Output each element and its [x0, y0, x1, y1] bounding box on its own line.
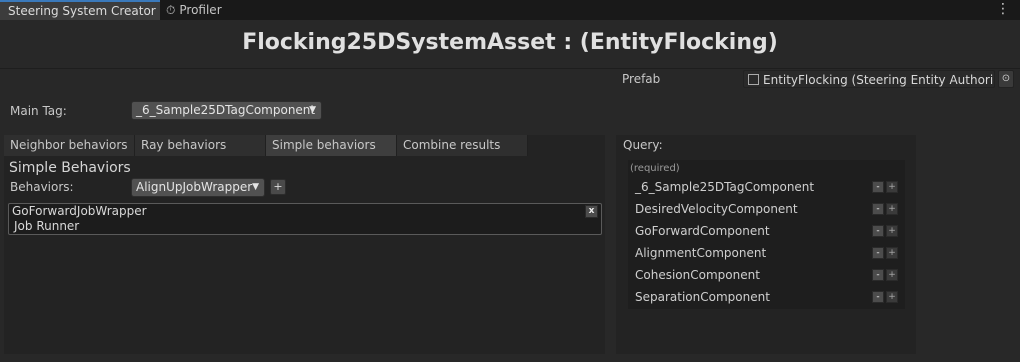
- query-row: AlignmentComponent - +: [628, 243, 905, 265]
- prefab-value: EntityFlocking (Steering Entity Authorin…: [763, 73, 995, 87]
- prefab-label: Prefab: [622, 72, 661, 86]
- tab-profiler-label: Profiler: [179, 3, 222, 17]
- query-component-name: AlignmentComponent: [635, 246, 767, 260]
- behaviors-value: AlignUpJobWrapper: [136, 180, 253, 194]
- tab-profiler[interactable]: ⏱ Profiler: [166, 0, 222, 20]
- behaviors-dropdown[interactable]: AlignUpJobWrapper ▼: [131, 178, 265, 197]
- main-tag-label: Main Tag:: [10, 104, 67, 118]
- behaviors-label: Behaviors:: [10, 180, 74, 194]
- add-component-button[interactable]: +: [886, 203, 898, 215]
- query-row: SeparationComponent - +: [628, 287, 905, 309]
- stopwatch-icon: ⏱: [166, 3, 176, 17]
- add-component-button[interactable]: +: [886, 269, 898, 281]
- remove-component-button[interactable]: -: [872, 269, 884, 281]
- query-component-name: DesiredVelocityComponent: [635, 202, 798, 216]
- main-tag-value: _6_Sample25DTagComponent: [136, 103, 316, 117]
- query-component-name: _6_Sample25DTagComponent: [635, 180, 815, 194]
- query-component-name: CohesionComponent: [635, 268, 760, 282]
- object-picker-icon[interactable]: ⊙: [998, 70, 1014, 88]
- query-row: DesiredVelocityComponent - +: [628, 199, 905, 221]
- main-tag-dropdown[interactable]: _6_Sample25DTagComponent ▼: [131, 101, 322, 120]
- header: Flocking25DSystemAsset : (EntityFlocking…: [0, 20, 1020, 69]
- behavior-item-name: GoForwardJobWrapper: [12, 204, 147, 218]
- behavior-item-sub: Job Runner: [14, 219, 80, 233]
- tab-steering-system-creator[interactable]: Steering System Creator: [0, 0, 160, 20]
- tab-simple-behaviors[interactable]: Simple behaviors: [266, 135, 397, 156]
- remove-component-button[interactable]: -: [872, 291, 884, 303]
- query-row: CohesionComponent - +: [628, 265, 905, 287]
- remove-component-button[interactable]: -: [872, 203, 884, 215]
- remove-behavior-button[interactable]: x: [585, 205, 598, 218]
- page-title: Flocking25DSystemAsset : (EntityFlocking…: [242, 30, 778, 55]
- tab-combine-results[interactable]: Combine results: [397, 135, 528, 156]
- simple-behaviors-title: Simple Behaviors: [9, 160, 131, 176]
- prefab-object-field[interactable]: EntityFlocking (Steering Entity Authorin…: [743, 70, 995, 88]
- add-component-button[interactable]: +: [886, 291, 898, 303]
- tab-ray-behaviors[interactable]: Ray behaviors: [135, 135, 266, 156]
- behavior-item: GoForwardJobWrapper Job Runner x: [8, 203, 602, 235]
- remove-component-button[interactable]: -: [872, 181, 884, 193]
- chevron-down-icon: ▼: [252, 182, 259, 192]
- remove-component-button[interactable]: -: [872, 225, 884, 237]
- add-behavior-button[interactable]: +: [270, 179, 286, 195]
- add-component-button[interactable]: +: [886, 181, 898, 193]
- query-row: GoForwardComponent - +: [628, 221, 905, 243]
- more-options-icon[interactable]: ⋮: [996, 0, 1010, 18]
- query-component-name: GoForwardComponent: [635, 224, 770, 238]
- add-component-button[interactable]: +: [886, 247, 898, 259]
- query-label: Query:: [623, 138, 663, 152]
- add-component-button[interactable]: +: [886, 225, 898, 237]
- prefab-object-icon: [748, 74, 759, 85]
- tab-neighbor-behaviors[interactable]: Neighbor behaviors: [4, 135, 135, 156]
- remove-component-button[interactable]: -: [872, 247, 884, 259]
- required-label: (required): [630, 163, 680, 174]
- query-component-name: SeparationComponent: [635, 290, 770, 304]
- chevron-down-icon: ▼: [309, 105, 316, 115]
- editor-tab-bar: Steering System Creator ⏱ Profiler ⋮: [0, 0, 1020, 20]
- query-row: _6_Sample25DTagComponent - +: [628, 177, 905, 199]
